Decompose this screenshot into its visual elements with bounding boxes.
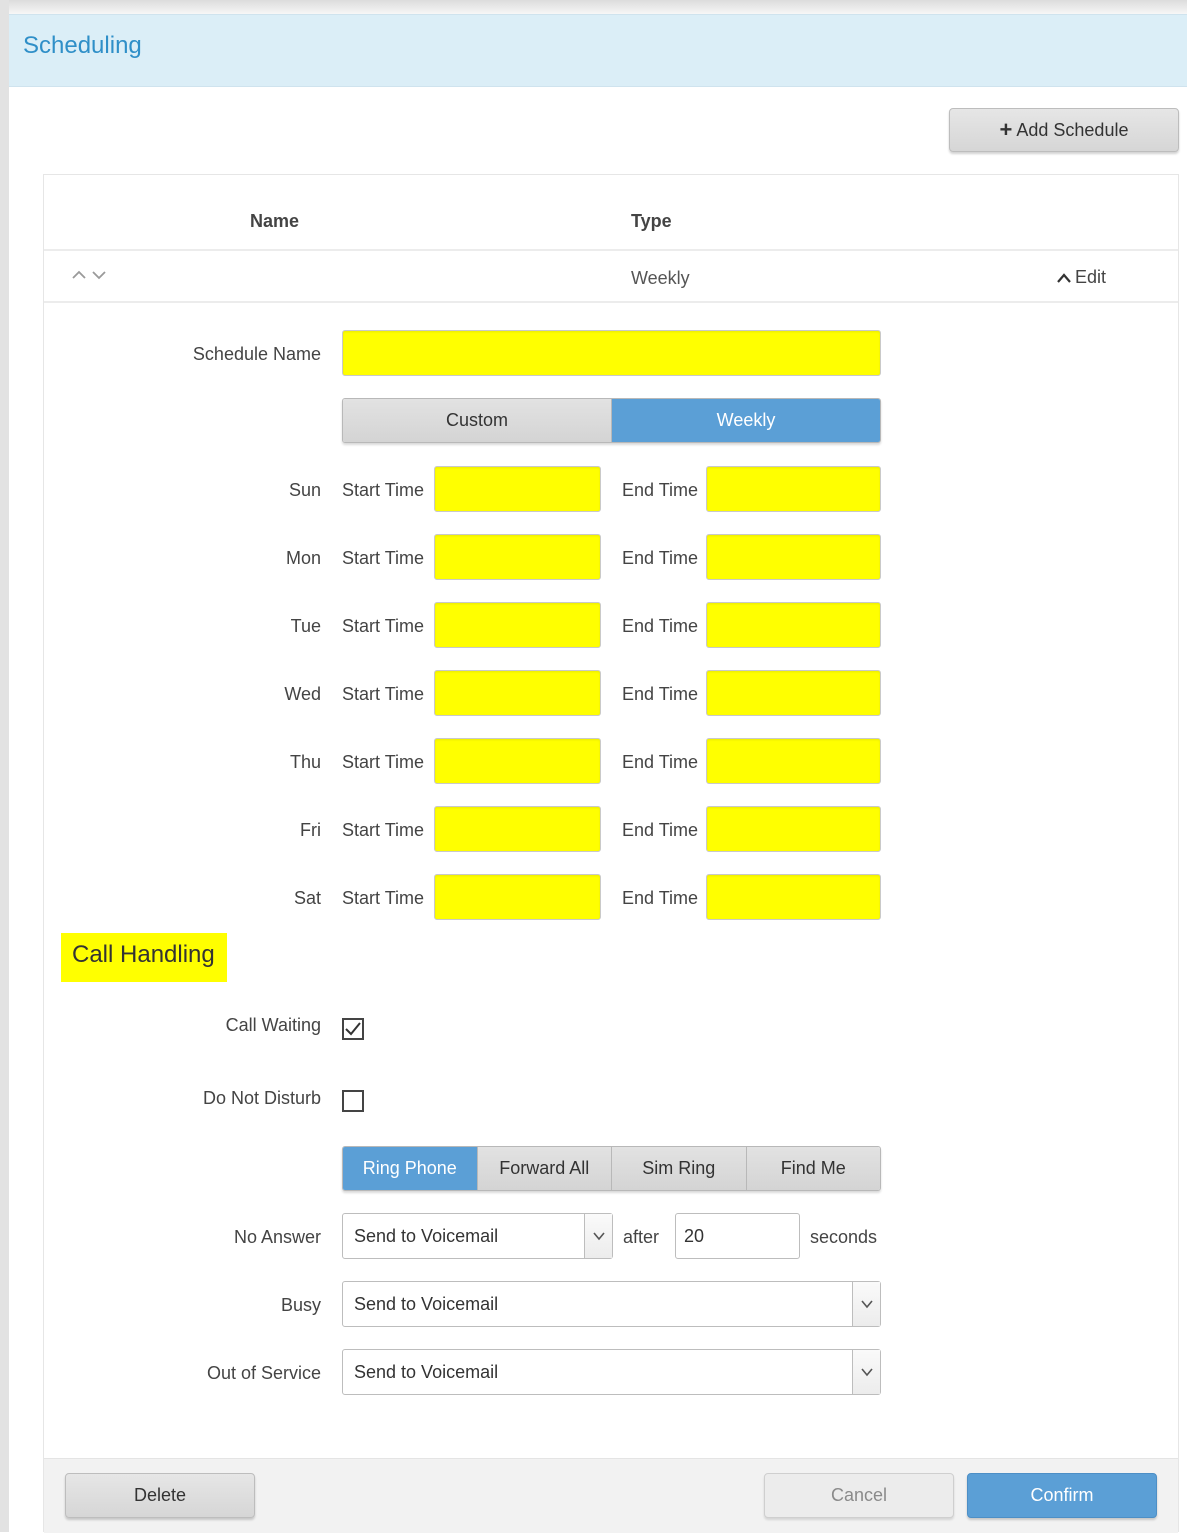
end-time-input-wed[interactable]: [706, 670, 881, 716]
start-time-input-sat[interactable]: [434, 874, 601, 920]
mode-sim-ring-button[interactable]: Sim Ring: [612, 1147, 747, 1190]
divider: [44, 301, 1178, 303]
schedule-name-input[interactable]: [342, 330, 881, 376]
row-type-value: Weekly: [631, 268, 690, 288]
chevron-down-icon: [852, 1350, 880, 1394]
top-shadow: [9, 0, 1187, 14]
day-label-mon: Mon: [285, 548, 321, 568]
type-weekly-button[interactable]: Weekly: [612, 399, 880, 442]
chevron-down-icon: [584, 1214, 612, 1258]
panel-footer: Delete Cancel Confirm: [44, 1458, 1178, 1533]
up-down-chevron-icon: [72, 270, 106, 280]
out-of-service-select[interactable]: Send to Voicemail: [342, 1349, 881, 1395]
seconds-input[interactable]: 20: [675, 1213, 800, 1259]
end-time-input-tue[interactable]: [706, 602, 881, 648]
end-time-label: End Time: [622, 548, 699, 568]
start-time-input-wed[interactable]: [434, 670, 601, 716]
end-time-input-sat[interactable]: [706, 874, 881, 920]
mode-forward-all-button[interactable]: Forward All: [477, 1147, 612, 1190]
add-schedule-label: Add Schedule: [1016, 119, 1129, 140]
reorder-arrows-icon[interactable]: [71, 268, 111, 287]
day-label-wed: Wed: [284, 684, 321, 704]
mode-ring-phone-button[interactable]: Ring Phone: [343, 1147, 478, 1190]
cancel-button[interactable]: Cancel: [764, 1473, 954, 1518]
start-time-label: Start Time: [342, 616, 425, 636]
confirm-button[interactable]: Confirm: [967, 1473, 1157, 1518]
schedule-type-toggle: Custom Weekly: [342, 398, 881, 443]
edit-toggle[interactable]: Edit: [1056, 267, 1106, 288]
end-time-label: End Time: [622, 480, 699, 500]
column-header-type: Type: [631, 211, 672, 231]
day-label-thu: Thu: [289, 752, 321, 772]
start-time-label: Start Time: [342, 480, 425, 500]
call-handling-heading: Call Handling: [61, 933, 227, 982]
schedule-name-label: Schedule Name: [192, 344, 321, 364]
busy-label: Busy: [280, 1295, 321, 1315]
busy-select[interactable]: Send to Voicemail: [342, 1281, 881, 1327]
chevron-down-icon: [852, 1282, 880, 1326]
day-label-tue: Tue: [290, 616, 321, 636]
delete-button[interactable]: Delete: [65, 1473, 255, 1518]
no-answer-label: No Answer: [233, 1227, 321, 1247]
end-time-input-fri[interactable]: [706, 806, 881, 852]
checkmark-icon: [345, 1022, 361, 1036]
busy-value: Send to Voicemail: [354, 1293, 499, 1314]
out-of-service-value: Send to Voicemail: [354, 1361, 499, 1382]
start-time-input-fri[interactable]: [434, 806, 601, 852]
call-waiting-checkbox[interactable]: [342, 1018, 364, 1040]
end-time-label: End Time: [622, 684, 699, 704]
start-time-input-thu[interactable]: [434, 738, 601, 784]
divider: [44, 249, 1178, 251]
call-waiting-label: Call Waiting: [225, 1015, 321, 1035]
start-time-label: Start Time: [342, 888, 425, 908]
do-not-disturb-label: Do Not Disturb: [202, 1088, 321, 1108]
no-answer-value: Send to Voicemail: [354, 1225, 499, 1246]
start-time-input-tue[interactable]: [434, 602, 601, 648]
call-mode-toggle: Ring Phone Forward All Sim Ring Find Me: [342, 1146, 881, 1191]
do-not-disturb-checkbox[interactable]: [342, 1090, 364, 1112]
start-time-label: Start Time: [342, 548, 425, 568]
column-header-name: Name: [250, 211, 300, 231]
page-title: Scheduling: [23, 32, 142, 59]
day-label-fri: Fri: [300, 820, 321, 840]
after-label: after: [623, 1227, 660, 1247]
mode-find-me-button[interactable]: Find Me: [746, 1147, 880, 1190]
day-label-sat: Sat: [293, 888, 321, 908]
out-of-service-label: Out of Service: [206, 1363, 321, 1383]
end-time-label: End Time: [622, 888, 699, 908]
schedule-panel: Name Type Weekly Edit Schedule Name Cust…: [43, 174, 1179, 1533]
no-answer-select[interactable]: Send to Voicemail: [342, 1213, 613, 1259]
end-time-label: End Time: [622, 752, 699, 772]
edit-label: Edit: [1075, 267, 1107, 287]
start-time-label: Start Time: [342, 820, 425, 840]
plus-icon: +: [999, 117, 1013, 142]
end-time-input-thu[interactable]: [706, 738, 881, 784]
chevron-up-icon: [1057, 273, 1071, 283]
add-schedule-button[interactable]: + Add Schedule: [949, 108, 1179, 152]
start-time-label: Start Time: [342, 684, 425, 704]
day-label-sun: Sun: [288, 480, 321, 500]
end-time-label: End Time: [622, 616, 699, 636]
start-time-input-mon[interactable]: [434, 534, 601, 580]
page-header: Scheduling: [9, 14, 1187, 87]
start-time-label: Start Time: [342, 752, 425, 772]
seconds-label: seconds: [810, 1227, 878, 1247]
end-time-label: End Time: [622, 820, 699, 840]
type-custom-button[interactable]: Custom: [343, 399, 612, 442]
end-time-input-mon[interactable]: [706, 534, 881, 580]
start-time-input-sun[interactable]: [434, 466, 601, 512]
end-time-input-sun[interactable]: [706, 466, 881, 512]
